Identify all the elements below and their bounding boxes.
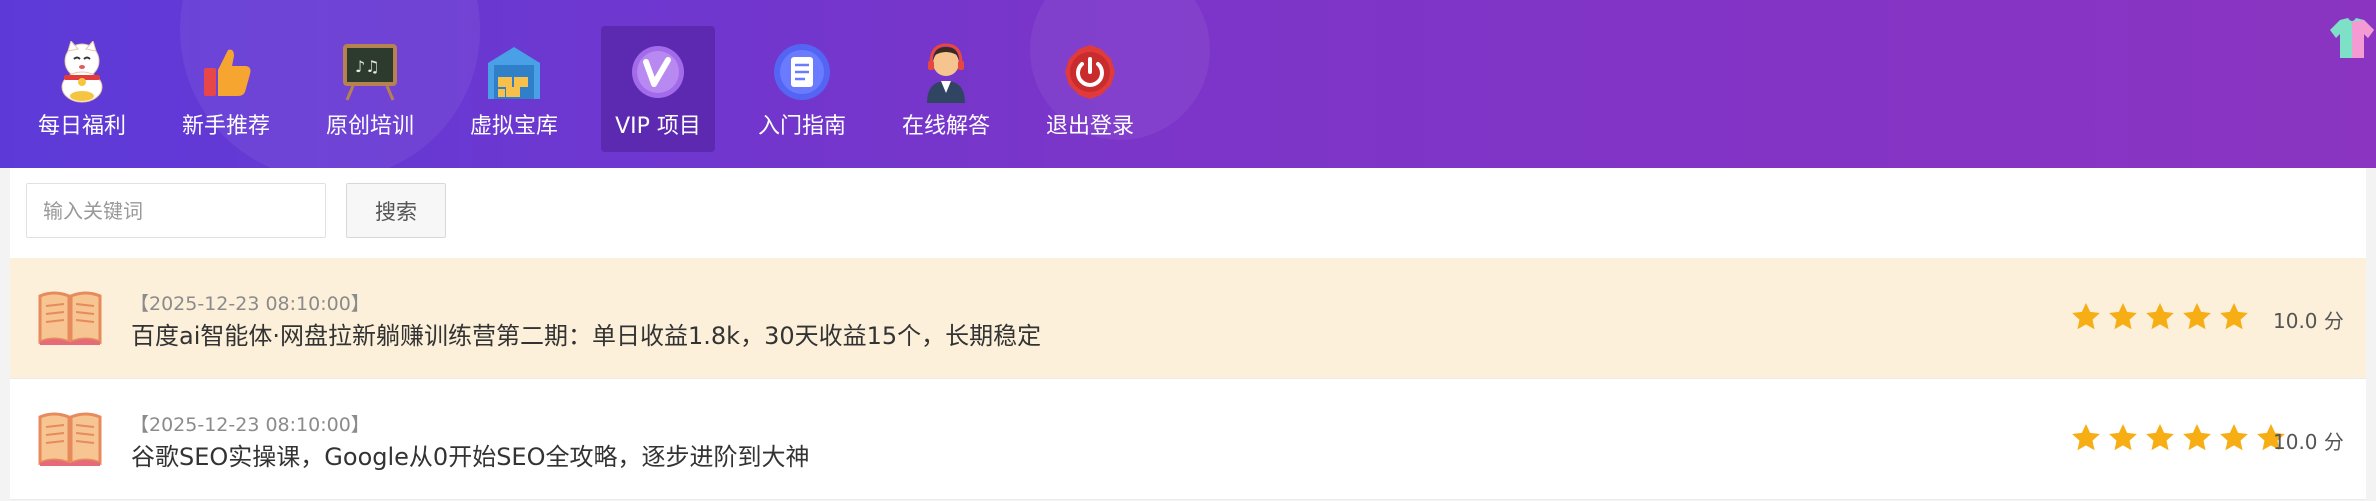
article-title[interactable]: 百度ai智能体·网盘拉新躺赚训练营第二期：单日收益1.8k，30天收益15个，长… [131, 316, 1041, 351]
nav-label: 在线解答 [901, 114, 990, 139]
star-rating [2070, 301, 2255, 333]
nav-item-online-help[interactable]: 在线解答 [874, 26, 1018, 152]
star-icon [2220, 303, 2248, 330]
nav-item-getting-started[interactable]: 入门指南 [730, 26, 874, 152]
nav-item-virtual-treasury[interactable]: 虚拟宝库 [442, 26, 586, 152]
list-item[interactable]: 【2025-12-23 08:10:00】 谷歌SEO实操课，Google从0开… [10, 379, 2366, 500]
nav-item-original-training[interactable]: ♪♫ 原创培训 [298, 26, 442, 152]
article-score: 10.0 分 [2273, 430, 2344, 454]
nav-label: 新手推荐 [181, 114, 270, 139]
star-icon [2183, 424, 2211, 451]
star-icon [2183, 303, 2211, 330]
star-icon [2146, 303, 2174, 330]
star-icon [2220, 424, 2248, 451]
search-button[interactable]: 搜索 [346, 183, 446, 238]
star-rating [2070, 422, 2292, 454]
nav-label: 每日福利 [37, 114, 126, 139]
power-icon [1058, 40, 1122, 104]
svg-text:♪♫: ♪♫ [355, 57, 380, 76]
top-navigation-header: 每日福利 新手推荐 ♪♫ 原创培训 虚拟宝库 VIP 项目 入门指南 在线解答 … [0, 0, 2376, 168]
star-icon [2109, 303, 2137, 330]
article-date: 【2025-12-23 08:10:00】 [130, 293, 370, 315]
nav-label: 原创培训 [325, 114, 414, 139]
thumbs-up-icon [194, 40, 258, 104]
nav-item-vip-projects[interactable]: VIP 项目 [601, 26, 715, 152]
nav-label: 虚拟宝库 [469, 114, 558, 139]
star-icon [2072, 424, 2100, 451]
open-book-icon [38, 411, 102, 467]
nav-label: VIP 项目 [615, 114, 701, 139]
nav-item-logout[interactable]: 退出登录 [1018, 26, 1162, 152]
search-input[interactable] [26, 183, 326, 238]
chalkboard-icon: ♪♫ [338, 40, 402, 104]
star-icon [2109, 424, 2137, 451]
nav-item-daily-benefits[interactable]: 每日福利 [10, 26, 154, 152]
search-bar: 搜索 [10, 168, 2366, 258]
article-title[interactable]: 谷歌SEO实操课，Google从0开始SEO全攻略，逐步进阶到大神 [131, 437, 809, 472]
document-icon [770, 40, 834, 104]
star-icon [2146, 424, 2174, 451]
nav-label: 退出登录 [1045, 114, 1134, 139]
open-book-icon [38, 290, 102, 346]
nav-label: 入门指南 [757, 114, 846, 139]
vip-icon [626, 40, 690, 104]
lucky-cat-icon [50, 40, 114, 104]
star-icon [2072, 303, 2100, 330]
article-score: 10.0 分 [2273, 309, 2344, 333]
article-list: 【2025-12-23 08:10:00】 百度ai智能体·网盘拉新躺赚训练营第… [10, 258, 2366, 500]
warehouse-icon [482, 40, 546, 104]
main-nav: 每日福利 新手推荐 ♪♫ 原创培训 虚拟宝库 VIP 项目 入门指南 在线解答 … [10, 26, 1162, 152]
support-agent-icon [914, 40, 978, 104]
article-date: 【2025-12-23 08:10:00】 [130, 414, 370, 436]
nav-item-beginner-picks[interactable]: 新手推荐 [154, 26, 298, 152]
tshirt-icon[interactable] [2328, 14, 2376, 62]
list-item[interactable]: 【2025-12-23 08:10:00】 百度ai智能体·网盘拉新躺赚训练营第… [10, 258, 2366, 379]
